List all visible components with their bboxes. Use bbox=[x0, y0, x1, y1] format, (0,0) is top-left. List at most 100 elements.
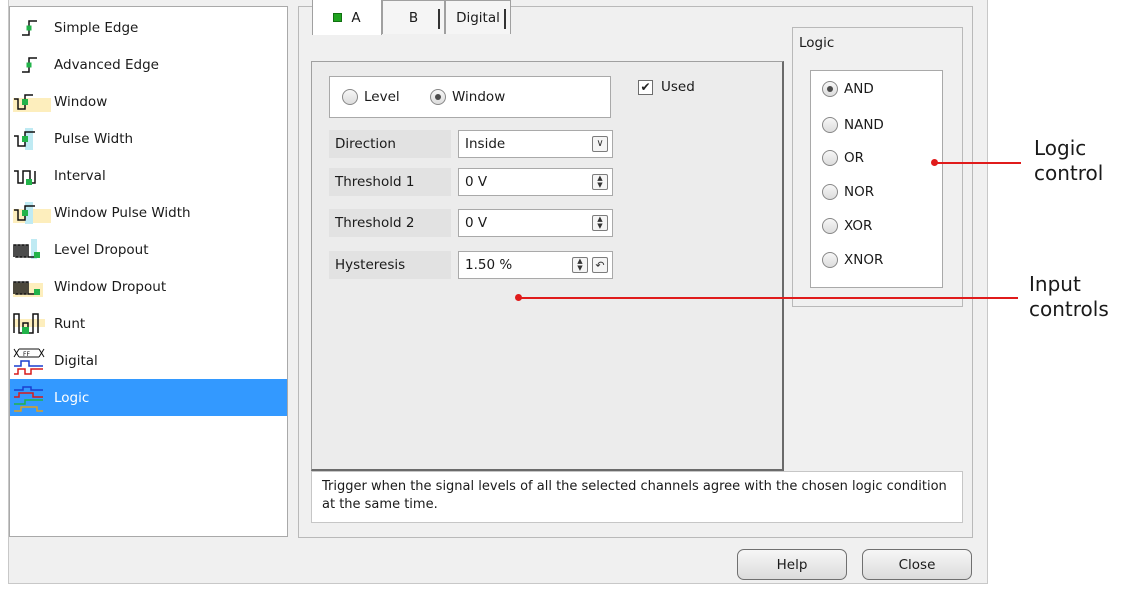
radio-checked-icon bbox=[822, 81, 838, 97]
tab-label: B bbox=[408, 9, 419, 26]
radio-label: Window bbox=[452, 89, 506, 105]
trigger-item-label: Level Dropout bbox=[54, 241, 149, 258]
radio-checked-icon bbox=[430, 89, 446, 105]
trigger-item-window[interactable]: Window bbox=[10, 83, 287, 120]
trigger-item-label: Window bbox=[54, 93, 108, 110]
callout-line-2: controls bbox=[1029, 297, 1109, 321]
radio-unchecked-icon bbox=[822, 117, 838, 133]
pulse-width-icon bbox=[10, 124, 54, 154]
tab-divider bbox=[438, 9, 440, 29]
trigger-item-label: Pulse Width bbox=[54, 130, 134, 147]
radio-label: XNOR bbox=[844, 252, 884, 268]
window-dropout-icon bbox=[10, 272, 54, 302]
trigger-item-digital[interactable]: FF Digital bbox=[10, 342, 287, 379]
hysteresis-label: Hysteresis bbox=[329, 251, 451, 279]
radio-unchecked-icon bbox=[822, 184, 838, 200]
trigger-item-label: Digital bbox=[54, 352, 98, 369]
threshold2-input[interactable]: 0 V ▲ ▼ bbox=[458, 209, 613, 237]
trigger-item-interval[interactable]: Interval bbox=[10, 157, 287, 194]
logic-radio-and[interactable]: AND bbox=[822, 81, 874, 97]
spin-updown-icon[interactable]: ▲ ▼ bbox=[592, 174, 608, 190]
trigger-item-simple-edge[interactable]: Simple Edge bbox=[10, 9, 287, 46]
radio-label: NOR bbox=[844, 184, 875, 200]
hysteresis-value: 1.50 % bbox=[465, 257, 513, 273]
tab-digital[interactable]: Digital bbox=[445, 0, 511, 34]
tab-label: A bbox=[351, 9, 361, 26]
threshold1-input[interactable]: 0 V ▲ ▼ bbox=[458, 168, 613, 196]
threshold1-label: Threshold 1 bbox=[329, 168, 451, 196]
trigger-item-label: Runt bbox=[54, 315, 86, 332]
direction-label: Direction bbox=[329, 130, 451, 158]
reset-icon[interactable]: ↶ bbox=[592, 257, 608, 273]
tab-a[interactable]: A bbox=[312, 0, 382, 35]
direction-value: Inside bbox=[465, 136, 506, 152]
chevron-down-icon[interactable]: ∨ bbox=[592, 136, 608, 152]
hysteresis-input[interactable]: 1.50 % ▲ ▼ ↶ bbox=[458, 251, 613, 279]
trigger-item-label: Logic bbox=[54, 389, 90, 406]
callout-line-1: Logic bbox=[1034, 136, 1087, 160]
advanced-edge-icon bbox=[10, 50, 54, 80]
trigger-item-level-dropout[interactable]: Level Dropout bbox=[10, 231, 287, 268]
trigger-item-pulse-width[interactable]: Pulse Width bbox=[10, 120, 287, 157]
level-dropout-icon bbox=[10, 235, 54, 265]
logic-radio-nor[interactable]: NOR bbox=[822, 184, 874, 200]
radio-unchecked-icon bbox=[342, 89, 358, 105]
logic-radio-xnor[interactable]: XNOR bbox=[822, 252, 883, 268]
spin-updown-icon[interactable]: ▲ ▼ bbox=[592, 215, 608, 231]
tab-label: Digital bbox=[456, 9, 500, 26]
used-checkbox[interactable]: ✔ Used bbox=[638, 79, 695, 95]
help-button[interactable]: Help bbox=[737, 549, 847, 580]
spin-updown-icon[interactable]: ▲ ▼ bbox=[572, 257, 588, 273]
checkmark-icon: ✔ bbox=[638, 79, 653, 95]
trigger-item-window-pulse-width[interactable]: Window Pulse Width bbox=[10, 194, 287, 231]
logic-radio-nand[interactable]: NAND bbox=[822, 117, 884, 133]
radio-label: OR bbox=[844, 150, 865, 166]
logic-title: Logic bbox=[799, 35, 835, 51]
trigger-item-label: Window Dropout bbox=[54, 278, 167, 295]
trigger-item-label: Advanced Edge bbox=[54, 56, 159, 73]
trigger-item-window-dropout[interactable]: Window Dropout bbox=[10, 268, 287, 305]
threshold2-label: Threshold 2 bbox=[329, 209, 451, 237]
trigger-description: Trigger when the signal levels of all th… bbox=[311, 471, 963, 523]
radio-unchecked-icon bbox=[822, 218, 838, 234]
interval-icon bbox=[10, 161, 54, 191]
trigger-type-list[interactable]: Simple Edge Advanced Edge Window Pulse W… bbox=[9, 6, 288, 537]
logic-icon bbox=[10, 383, 54, 413]
window-pulse-width-icon bbox=[10, 198, 54, 228]
trigger-item-label: Simple Edge bbox=[54, 19, 139, 36]
direction-dropdown[interactable]: Inside ∨ bbox=[458, 130, 613, 158]
radio-label: NAND bbox=[844, 117, 884, 133]
trigger-item-logic[interactable]: Logic bbox=[10, 379, 287, 416]
radio-label: XOR bbox=[844, 218, 873, 234]
trigger-item-runt[interactable]: Runt bbox=[10, 305, 287, 342]
radio-unchecked-icon bbox=[822, 252, 838, 268]
logic-radio-xor[interactable]: XOR bbox=[822, 218, 872, 234]
trigger-item-label: Window Pulse Width bbox=[54, 204, 191, 221]
simple-edge-icon bbox=[10, 13, 54, 43]
radio-label: AND bbox=[844, 81, 874, 97]
callout-line-2: control bbox=[1034, 161, 1104, 185]
used-label: Used bbox=[661, 79, 695, 95]
logic-control-callout: Logic control bbox=[1034, 136, 1103, 186]
trigger-item-advanced-edge[interactable]: Advanced Edge bbox=[10, 46, 287, 83]
tab-divider bbox=[504, 9, 506, 29]
callout-line-1: Input bbox=[1029, 272, 1081, 296]
window-icon bbox=[10, 87, 54, 117]
callout-line bbox=[519, 297, 1018, 299]
trigger-item-label: Interval bbox=[54, 167, 106, 184]
runt-icon bbox=[10, 309, 54, 339]
radio-label: Level bbox=[364, 89, 400, 105]
tab-b[interactable]: B bbox=[382, 0, 445, 34]
radio-unchecked-icon bbox=[822, 150, 838, 166]
threshold2-value: 0 V bbox=[465, 215, 488, 231]
tab-enabled-check-icon bbox=[333, 13, 343, 22]
svg-text:FF: FF bbox=[23, 351, 30, 358]
threshold1-value: 0 V bbox=[465, 174, 488, 190]
mode-radio-window[interactable]: Window bbox=[430, 89, 505, 105]
digital-icon: FF bbox=[10, 346, 54, 376]
close-button[interactable]: Close bbox=[862, 549, 972, 580]
logic-radio-or[interactable]: OR bbox=[822, 150, 864, 166]
mode-radio-level[interactable]: Level bbox=[342, 89, 400, 105]
input-controls-callout: Input controls bbox=[1029, 272, 1109, 322]
callout-line bbox=[935, 162, 1021, 164]
